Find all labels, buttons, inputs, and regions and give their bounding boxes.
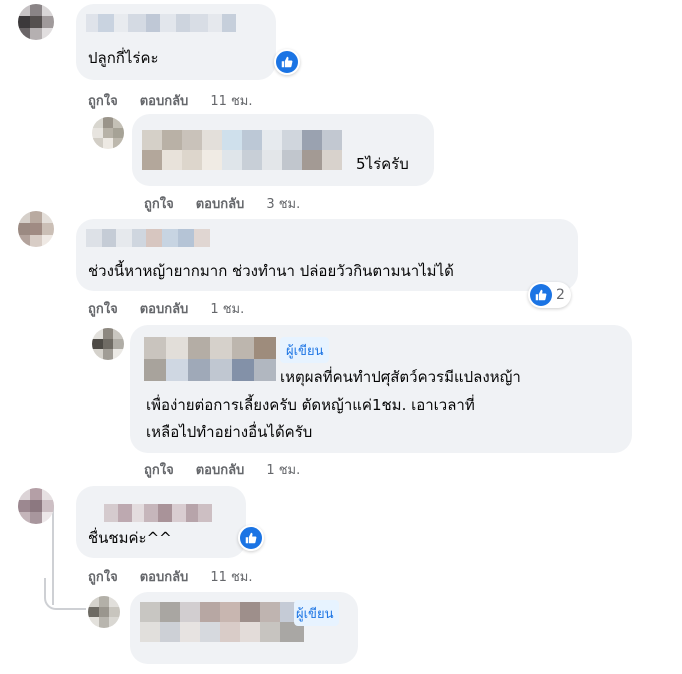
comment-bubble: ผู้เขียน	[130, 592, 358, 664]
comment-actions: ถูกใจ ตอบกลับ 1 ชม.	[88, 298, 244, 319]
reaction-count[interactable]: 2	[528, 282, 571, 308]
thumbs-up-icon	[245, 532, 257, 544]
like-reaction-badge	[530, 284, 552, 306]
comment-text-line: เพื่อง่ายต่อการเลี้ยงครับ ตัดหญ้าแค่1ชม.…	[146, 396, 475, 414]
author-name-redacted[interactable]	[86, 14, 236, 32]
avatar[interactable]	[88, 596, 120, 628]
avatar[interactable]	[92, 328, 124, 360]
timestamp[interactable]: 1 ชม.	[210, 298, 244, 319]
comment-bubble: ผู้เขียน เหตุผลที่คนทำปศุสัตว์ควรมีแปลงห…	[130, 325, 632, 453]
reply-button[interactable]: ตอบกลับ	[140, 566, 189, 587]
comment-text: ปลูกกี่ไร่คะ	[88, 49, 159, 67]
avatar[interactable]	[18, 488, 54, 524]
comment-text: 5ไร่ครับ	[356, 155, 409, 173]
author-badge: ผู้เขียน	[294, 600, 340, 626]
reaction-count-text: 2	[556, 287, 565, 303]
comment-text-line: เหตุผลที่คนทำปศุสัตว์ควรมีแปลงหญ้า	[280, 368, 521, 386]
reply-button[interactable]: ตอบกลับ	[140, 90, 189, 111]
comment-text: ชื่นชมค่ะ^^	[88, 529, 172, 547]
timestamp[interactable]: 11 ชม.	[210, 566, 252, 587]
thread-curve	[44, 578, 86, 610]
author-name-redacted[interactable]	[142, 130, 342, 170]
author-name-redacted[interactable]	[86, 229, 210, 247]
avatar[interactable]	[92, 117, 124, 149]
comment-actions: ถูกใจ ตอบกลับ 11 ชม.	[88, 566, 253, 587]
comment-bubble: ชื่นชมค่ะ^^	[76, 486, 246, 558]
avatar[interactable]	[18, 211, 54, 247]
author-name-redacted[interactable]	[104, 504, 212, 522]
comment-text-line: เหลือไปทำอย่างอื่นได้ครับ	[146, 423, 313, 441]
author-badge: ผู้เขียน	[280, 337, 330, 363]
like-button[interactable]: ถูกใจ	[144, 193, 174, 214]
comment-text: ช่วงนี้หาหญ้ายากมาก ช่วงทำนา ปล่อยวัวกิน…	[88, 262, 454, 280]
timestamp[interactable]: 11 ชม.	[210, 90, 252, 111]
thumbs-up-icon	[535, 289, 547, 301]
like-button[interactable]: ถูกใจ	[88, 566, 118, 587]
reply-button[interactable]: ตอบกลับ	[196, 193, 245, 214]
like-button[interactable]: ถูกใจ	[88, 298, 118, 319]
comment-bubble: ช่วงนี้หาหญ้ายากมาก ช่วงทำนา ปล่อยวัวกิน…	[76, 219, 578, 291]
reply-button[interactable]: ตอบกลับ	[196, 459, 245, 480]
author-name-redacted[interactable]	[144, 337, 276, 381]
comment-bubble: 5ไร่ครับ	[132, 114, 434, 186]
like-reaction-badge[interactable]	[238, 525, 264, 551]
avatar[interactable]	[18, 4, 54, 40]
reply-button[interactable]: ตอบกลับ	[140, 298, 189, 319]
like-button[interactable]: ถูกใจ	[88, 90, 118, 111]
timestamp[interactable]: 3 ชม.	[266, 193, 300, 214]
author-name-redacted[interactable]	[140, 602, 304, 642]
like-button[interactable]: ถูกใจ	[144, 459, 174, 480]
comment-actions: ถูกใจ ตอบกลับ 1 ชม.	[144, 459, 300, 480]
timestamp[interactable]: 1 ชม.	[266, 459, 300, 480]
thumbs-up-icon	[281, 56, 293, 68]
comment-actions: ถูกใจ ตอบกลับ 11 ชม.	[88, 90, 253, 111]
comment-bubble: ปลูกกี่ไร่คะ	[76, 4, 276, 80]
comment-actions: ถูกใจ ตอบกลับ 3 ชม.	[144, 193, 300, 214]
like-reaction-badge[interactable]	[274, 49, 300, 75]
